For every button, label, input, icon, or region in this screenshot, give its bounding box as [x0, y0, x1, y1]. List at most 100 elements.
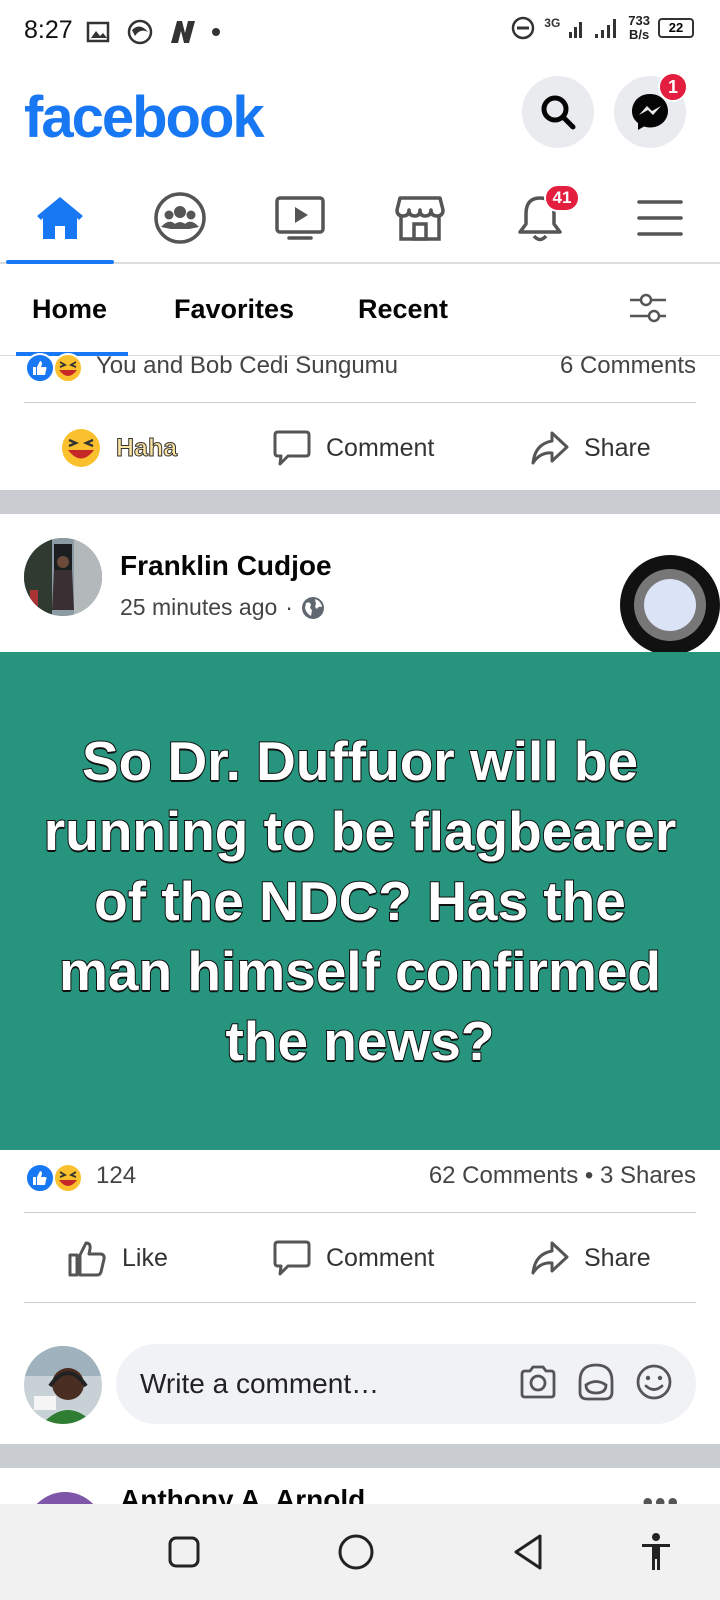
previous-share-button[interactable]: Share: [530, 406, 651, 490]
share-button[interactable]: Share: [530, 1216, 651, 1300]
main-nav-bar: 41: [0, 174, 720, 264]
news-notification-icon: [171, 21, 195, 43]
groups-icon: [154, 192, 206, 244]
share-label: Share: [584, 433, 651, 462]
post-actions-divider: [24, 1302, 696, 1303]
comment-label: Comment: [326, 433, 435, 462]
post-author-name[interactable]: Franklin Cudjoe: [120, 550, 332, 582]
marketplace-icon: [395, 196, 445, 241]
post-actions: Like Comment Share: [0, 1216, 720, 1300]
home-circle-icon: [338, 1534, 374, 1570]
post-options-icon[interactable]: •••: [642, 1486, 680, 1504]
post-reactions-summary[interactable]: 124 62 Comments • 3 Shares: [24, 1160, 696, 1196]
haha-reaction-button[interactable]: Haha: [60, 406, 178, 490]
floating-assistive-button[interactable]: [620, 555, 720, 655]
share-label: Share: [584, 1243, 651, 1272]
like-icon: [68, 1241, 106, 1277]
comment-icon: [273, 1240, 311, 1276]
comment-button[interactable]: Comment: [272, 1216, 434, 1300]
network-speed: 733 B/s: [628, 14, 650, 42]
facebook-logo[interactable]: facebook: [24, 84, 265, 151]
user-avatar[interactable]: [24, 1346, 102, 1424]
network-speed-value: 733: [628, 13, 650, 28]
reaction-count: 124: [96, 1162, 137, 1189]
feed-tabs: Home Favorites Recent: [0, 264, 720, 356]
emoji-icon[interactable]: [634, 1362, 674, 1402]
nav-marketplace-tab[interactable]: [360, 174, 480, 262]
network-speed-unit: B/s: [629, 27, 650, 42]
dnd-icon: [512, 16, 535, 40]
accessibility-icon: [642, 1533, 670, 1570]
post-separator: [0, 490, 720, 514]
post-header: Franklin Cudjoe 25 minutes ago ·: [0, 526, 720, 650]
search-button[interactable]: [522, 76, 594, 148]
status-bar: 8:27 3G 733 B/s 22: [0, 0, 720, 66]
like-label: Like: [122, 1243, 168, 1272]
messenger-badge: 1: [658, 72, 688, 102]
status-time: 8:27: [24, 16, 73, 44]
post-meta: 25 minutes ago ·: [120, 594, 325, 621]
home-icon: [37, 197, 83, 239]
tab-home[interactable]: Home: [32, 294, 107, 325]
previous-post-reactions[interactable]: You and Bob Cedi Sungumu 6 Comments: [24, 350, 696, 386]
next-post-peek: Anthony A. Arnold •••: [0, 1466, 720, 1504]
app-header: facebook 1: [0, 66, 720, 174]
like-haha-reaction-icons: [25, 353, 83, 383]
post-time[interactable]: 25 minutes ago: [120, 594, 277, 621]
comment-placeholder: Write a comment…: [140, 1368, 380, 1399]
menu-icon: [637, 200, 683, 236]
floating-button-core: [644, 579, 696, 631]
battery-indicator: 22: [658, 18, 694, 38]
comment-input[interactable]: Write a comment…: [116, 1344, 696, 1424]
signal-icon-1: [569, 22, 583, 38]
next-author-avatar[interactable]: [26, 1492, 104, 1504]
haha-label: Haha: [115, 433, 178, 462]
recents-icon: [168, 1536, 200, 1568]
comment-tools: [518, 1362, 674, 1402]
nav-home-tab[interactable]: [0, 174, 120, 264]
author-avatar[interactable]: [24, 538, 102, 616]
recents-button[interactable]: [162, 1530, 206, 1574]
camera-icon[interactable]: [518, 1362, 558, 1402]
previous-comments-count[interactable]: 6 Comments: [560, 352, 696, 380]
tab-recent[interactable]: Recent: [358, 294, 448, 325]
next-post-author[interactable]: Anthony A. Arnold: [120, 1484, 365, 1504]
floating-button-ring: [634, 569, 706, 641]
post-stats-divider: [24, 1212, 696, 1213]
post-text-background[interactable]: So Dr. Duffuor will be running to be fla…: [0, 652, 720, 1150]
meta-separator: ·: [285, 594, 293, 620]
previous-post-actions: Haha Comment Share: [0, 406, 720, 490]
share-icon: [531, 431, 569, 465]
post-text: So Dr. Duffuor will be running to be fla…: [43, 729, 678, 1073]
search-icon: [541, 95, 576, 130]
status-right-indicators: 3G 733 B/s 22: [510, 14, 694, 42]
reactors-text: You and Bob Cedi Sungumu: [96, 352, 399, 379]
user-avatar-image: [24, 1346, 102, 1424]
nav-groups-tab[interactable]: [120, 174, 240, 262]
home-button[interactable]: [334, 1530, 378, 1574]
system-navigation-bar: [0, 1504, 720, 1600]
like-haha-reaction-icons: [25, 1163, 83, 1193]
app-notification-icon: [127, 19, 153, 45]
share-icon: [531, 1241, 569, 1275]
messenger-button[interactable]: 1: [614, 72, 688, 148]
notifications-badge: 41: [544, 184, 580, 212]
nav-watch-tab[interactable]: [240, 174, 360, 262]
haha-icon: [62, 429, 100, 467]
comments-shares-count[interactable]: 62 Comments • 3 Shares: [429, 1162, 696, 1190]
author-avatar-image: [24, 538, 102, 616]
accessibility-button[interactable]: [634, 1530, 678, 1574]
nav-notifications-tab[interactable]: 41: [480, 174, 600, 262]
globe-icon: [301, 596, 324, 619]
previous-post-divider: [24, 402, 696, 403]
signal-icon-2: [595, 19, 617, 38]
tab-favorites[interactable]: Favorites: [174, 294, 294, 325]
feed-filter-icon[interactable]: [628, 290, 668, 326]
like-button[interactable]: Like: [66, 1216, 168, 1300]
previous-comment-button[interactable]: Comment: [272, 406, 434, 490]
comment-icon: [273, 430, 311, 466]
nav-menu-tab[interactable]: [600, 174, 720, 262]
back-button[interactable]: [506, 1530, 550, 1574]
gallery-notification-icon: [86, 21, 110, 43]
avatar-sticker-icon[interactable]: [576, 1362, 616, 1402]
